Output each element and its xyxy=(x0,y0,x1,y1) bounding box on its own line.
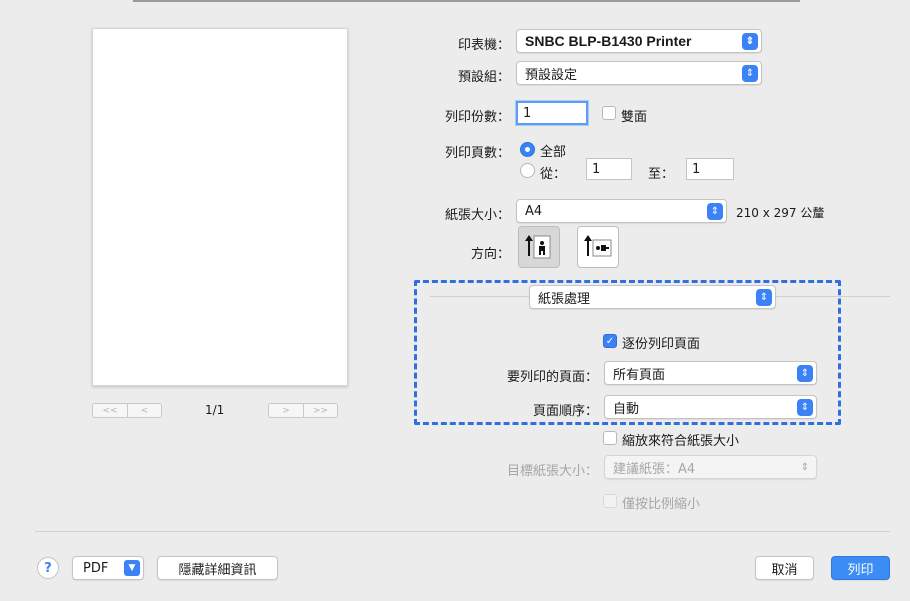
dest-paper-value: 建議紙張：A4 xyxy=(613,461,696,477)
pages-to-value: 1 xyxy=(692,161,701,177)
pages-all-radio[interactable] xyxy=(520,142,535,157)
pages-range-radio[interactable] xyxy=(520,163,535,178)
duplex-label: 雙面 xyxy=(621,110,648,125)
printer-value: SNBC BLP-B1430 Printer xyxy=(525,33,692,49)
window-top-edge xyxy=(133,0,800,2)
collate-label: 逐份列印頁面 xyxy=(622,337,701,352)
pdf-label: PDF xyxy=(83,560,109,576)
presets-select[interactable]: 預設設定 ⇕ xyxy=(516,61,762,85)
chevron-updown-icon: ⇕ xyxy=(797,365,813,382)
page-order-value: 自動 xyxy=(613,401,640,417)
chevron-updown-icon: ⇕ xyxy=(797,399,813,416)
presets-value: 預設設定 xyxy=(525,67,578,83)
page-indicator: 1/1 xyxy=(205,403,225,417)
hide-details-label: 隱藏詳細資訊 xyxy=(178,562,257,578)
pages-to-input[interactable]: 1 xyxy=(686,158,734,180)
print-preview-page xyxy=(92,28,348,386)
scale-down-only-checkbox[interactable] xyxy=(603,494,617,508)
presets-label: 預設組： xyxy=(457,70,510,85)
paper-size-select[interactable]: A4 ⇕ xyxy=(516,199,727,223)
landscape-orientation-button[interactable] xyxy=(577,226,619,268)
first-page-button[interactable]: << xyxy=(93,404,127,417)
copies-label: 列印份數： xyxy=(444,110,510,125)
help-button[interactable]: ? xyxy=(37,557,59,579)
next-page-button[interactable]: > xyxy=(269,404,303,417)
pager-forward-group: > >> xyxy=(268,403,338,418)
chevron-updown-icon: ⇕ xyxy=(707,203,723,220)
section-menu-select[interactable]: 紙張處理 ⇕ xyxy=(529,285,776,309)
landscape-icon xyxy=(584,235,612,257)
footer-divider xyxy=(35,531,890,532)
duplex-checkbox[interactable] xyxy=(602,106,616,120)
pages-label: 列印頁數： xyxy=(444,146,510,161)
section-menu-value: 紙張處理 xyxy=(538,291,591,307)
paper-size-value: A4 xyxy=(525,203,543,219)
pages-to-label: 至： xyxy=(648,167,675,182)
portrait-orientation-button[interactable] xyxy=(518,226,560,268)
pages-from-value: 1 xyxy=(592,161,601,177)
cancel-button[interactable]: 取消 xyxy=(755,556,814,580)
portrait-icon xyxy=(525,235,551,259)
chevron-updown-icon: ⇕ xyxy=(756,289,772,306)
pager-back-group: << < xyxy=(92,403,162,418)
printer-label: 印表機： xyxy=(457,38,510,53)
page-order-label: 頁面順序： xyxy=(532,404,598,419)
chevron-updown-icon: ⇕ xyxy=(742,33,758,50)
dest-paper-label: 目標紙張大小： xyxy=(506,464,598,479)
pages-from-input[interactable]: 1 xyxy=(586,158,632,180)
pages-to-print-select[interactable]: 所有頁面 ⇕ xyxy=(604,361,817,385)
chevron-down-icon: ▼ xyxy=(124,560,140,576)
paper-size-label: 紙張大小： xyxy=(444,208,510,223)
pages-all-label: 全部 xyxy=(540,145,567,160)
cancel-label: 取消 xyxy=(771,562,798,578)
printer-select[interactable]: SNBC BLP-B1430 Printer ⇕ xyxy=(516,29,762,53)
pdf-menu-button[interactable]: PDF ▼ xyxy=(72,556,144,580)
pages-from-label: 從： xyxy=(540,167,567,182)
chevron-updown-icon: ⇕ xyxy=(800,461,810,473)
print-button[interactable]: 列印 xyxy=(831,556,890,580)
orientation-label: 方向： xyxy=(470,247,510,262)
paper-dimensions: 210 x 297 公釐 xyxy=(736,206,825,220)
pages-to-print-value: 所有頁面 xyxy=(613,367,666,383)
previous-page-button[interactable]: < xyxy=(127,404,161,417)
collate-checkbox[interactable]: ✓ xyxy=(603,334,617,348)
pages-to-print-label: 要列印的頁面： xyxy=(506,370,598,385)
last-page-button[interactable]: >> xyxy=(303,404,337,417)
page-order-select[interactable]: 自動 ⇕ xyxy=(604,395,817,419)
scale-down-only-label: 僅按比例縮小 xyxy=(622,497,701,512)
hide-details-button[interactable]: 隱藏詳細資訊 xyxy=(157,556,278,580)
print-label: 列印 xyxy=(847,562,874,578)
dest-paper-select[interactable]: 建議紙張：A4 ⇕ xyxy=(604,455,817,479)
scale-to-fit-label: 縮放來符合紙張大小 xyxy=(622,434,740,449)
copies-input[interactable]: 1 xyxy=(516,101,588,125)
scale-to-fit-checkbox[interactable] xyxy=(603,431,617,445)
chevron-updown-icon: ⇕ xyxy=(742,65,758,82)
copies-value: 1 xyxy=(523,105,532,121)
